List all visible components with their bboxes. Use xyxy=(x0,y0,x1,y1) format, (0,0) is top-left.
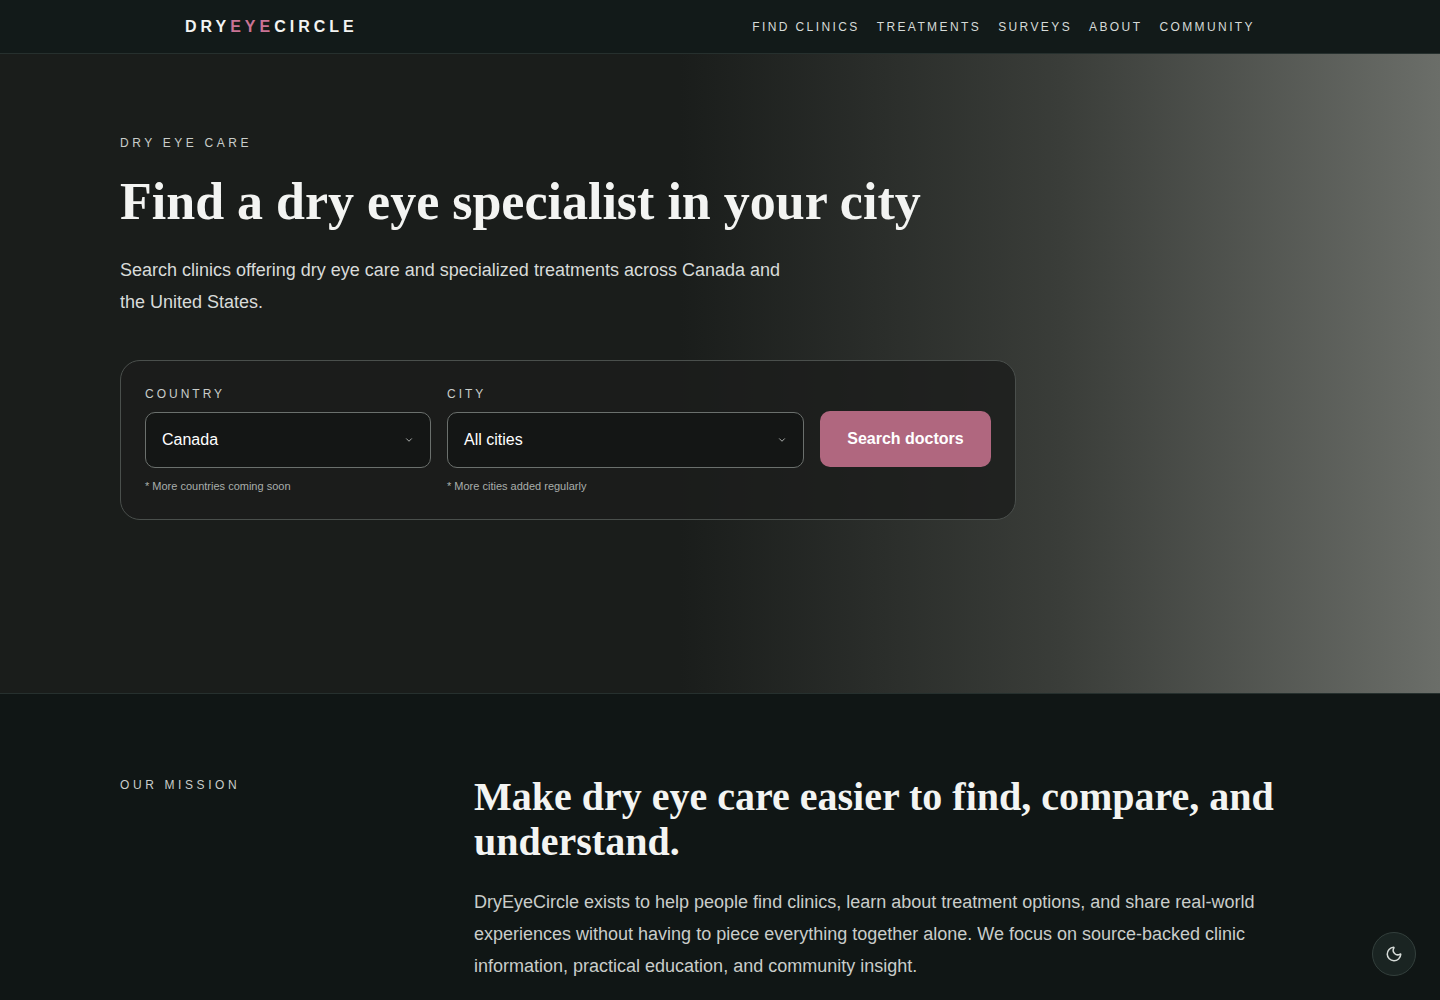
nav-link[interactable]: COMMUNITY xyxy=(1159,18,1255,36)
logo[interactable]: DRYEYECIRCLE xyxy=(185,15,358,39)
hero: DRY EYE CARE Find a dry eye specialist in… xyxy=(0,54,1440,694)
field-select[interactable]: All cities xyxy=(447,412,804,468)
field-label: CITY xyxy=(447,385,804,403)
mission-title: Make dry eye care easier to find, compar… xyxy=(474,774,1280,864)
search-field: CITY All cities * More cities added regula… xyxy=(447,385,804,495)
logo-part: DRY xyxy=(185,15,230,39)
theme-toggle[interactable] xyxy=(1372,932,1416,976)
field-select[interactable]: Canada xyxy=(145,412,431,468)
search-button[interactable]: Search doctors xyxy=(820,411,991,467)
nav-link[interactable]: FIND CLINICS xyxy=(752,18,859,36)
hero-title: Find a dry eye specialist in your city xyxy=(120,170,1440,234)
mission-label: OUR MISSION xyxy=(120,774,474,982)
mission: OUR MISSIONMake dry eye care easier to f… xyxy=(0,694,1440,1000)
mission-body: Make dry eye care easier to find, compar… xyxy=(474,774,1280,982)
nav-link[interactable]: ABOUT xyxy=(1089,18,1142,36)
mission-text: DryEyeCircle exists to help people find … xyxy=(474,886,1280,982)
hero-content: DRY EYE CARE Find a dry eye specialist in… xyxy=(0,54,1440,520)
hero-eyebrow: DRY EYE CARE xyxy=(120,134,1440,152)
site-header: DRYEYECIRCLE FIND CLINICS TREATMENTS SURVEY… xyxy=(0,0,1440,54)
nav-link[interactable]: TREATMENTS xyxy=(877,18,981,36)
main-nav: FIND CLINICS TREATMENTS SURVEYS ABOUT COMMUN… xyxy=(752,18,1255,36)
dropdown-icon xyxy=(777,435,787,445)
logo-part: CIRCLE xyxy=(274,15,358,39)
moon-icon xyxy=(1385,945,1403,963)
hero-description: Search clinics offering dry eye care and… xyxy=(120,254,810,318)
field-label: COUNTRY xyxy=(145,385,431,403)
page: DRYEYECIRCLE FIND CLINICS TREATMENTS SURVEY… xyxy=(0,0,1440,1000)
search-card: COUNTRY Canada * More countries coming soo… xyxy=(120,360,1016,520)
field-note: * More cities added regularly xyxy=(447,478,804,495)
logo-part: EYE xyxy=(230,15,274,39)
nav-link[interactable]: SURVEYS xyxy=(998,18,1072,36)
dropdown-icon xyxy=(404,435,414,445)
search-field: COUNTRY Canada * More countries coming soo… xyxy=(145,385,431,495)
field-note: * More countries coming soon xyxy=(145,478,431,495)
